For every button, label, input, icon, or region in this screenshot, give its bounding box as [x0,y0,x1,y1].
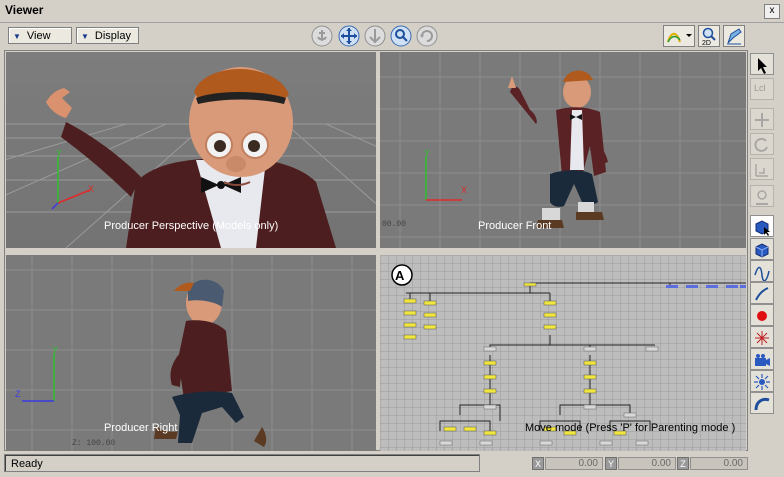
scale-icon [755,164,768,177]
translate-button[interactable] [750,108,774,130]
curve-mode-button[interactable] [663,25,695,47]
svg-text:Y: Y [424,148,430,158]
rotate-button[interactable] [750,133,774,155]
orbit-button[interactable] [416,25,438,47]
weight-button[interactable] [750,185,774,207]
zoom-2d-label: 2D [702,40,711,46]
select-model-icon [755,220,770,236]
select-model-button[interactable] [750,215,774,237]
weight-icon [756,190,768,205]
svg-text:X: X [88,184,94,194]
red-dot-button[interactable] [750,304,774,326]
pen-edit-button[interactable] [723,25,745,47]
path-icon [754,397,770,411]
front-scene: Y X [380,52,746,248]
tool-sidebar: Lcl [748,50,778,450]
status-text: Ready [4,454,480,472]
zoom-magnifier-icon [390,25,412,47]
zoom-2d-button[interactable]: 2D [698,25,720,47]
front-coordinate: 00.00 [382,220,407,229]
light-button[interactable] [750,370,774,392]
chevron-down-icon: ▼ [81,32,89,41]
svg-text:Z: Z [15,389,21,399]
status-bar: Ready X 0.00 Y 0.00 Z 0.00 [0,452,784,477]
local-lcl-icon: Lcl [754,83,766,93]
camera-icon [755,354,770,366]
light-icon [754,374,770,390]
right-scene: Y Z [6,255,376,451]
front-viewport[interactable]: Y X 00.00 Producer Front [380,52,746,248]
close-button[interactable]: x [764,4,780,19]
perspective-scene: Y X [6,52,376,248]
bone-button[interactable] [750,282,774,304]
scale-button[interactable] [750,158,774,180]
curve-icon [754,266,770,281]
close-icon: x [769,5,775,16]
move-cross-button[interactable] [338,25,360,47]
x-value-field[interactable]: 0.00 [545,457,603,470]
front-label: Producer Front [478,220,552,232]
display-menu-button[interactable]: ▼ Display [76,27,139,44]
svg-text:Y: Y [52,345,58,355]
chevron-down-icon: ▼ [13,32,21,41]
zoom-2d-icon: 2D [702,27,716,47]
cube-icon [755,243,769,258]
rotate-orbit-icon [416,25,438,47]
display-menu-label: Display [94,30,131,42]
schematic-badge: A [395,268,405,283]
pan-anchor-icon [311,25,333,47]
z-axis-label: Z [677,457,689,470]
right-label: Producer Right [104,422,178,434]
pen-edit-icon [727,28,742,45]
right-coordinate: Z: 100.00 [72,439,116,448]
z-value-field[interactable]: 0.00 [690,457,748,470]
pan-anchor-button[interactable] [311,25,333,47]
dolly-button[interactable] [364,25,386,47]
select-arrow-button[interactable] [750,53,774,75]
null-marker-button[interactable] [750,326,774,348]
schematic-hint: Move mode (Press 'P' for Parenting mode … [525,422,736,434]
null-marker-icon [755,331,769,345]
window-title: Viewer [5,3,44,17]
right-viewport[interactable]: Y Z Producer Right Z: 100.00 [6,255,376,451]
svg-text:X: X [461,185,467,195]
y-value-field[interactable]: 0.00 [618,457,676,470]
curve-mode-icon [667,32,692,43]
local-lcl-button[interactable]: Lcl [750,78,774,100]
view-menu-label: View [26,30,51,42]
camera-button[interactable] [750,348,774,370]
dolly-icon [364,25,386,47]
select-arrow-icon [758,58,767,74]
rotate-icon [754,137,768,152]
red-dot-icon [757,311,767,321]
schematic-viewport[interactable]: A Move mode (Press 'P' for Parenting mod… [380,255,746,451]
perspective-label: Producer Perspective (Models only) [104,220,279,232]
curve-button[interactable] [750,260,774,282]
y-axis-label: Y [605,457,617,470]
cube-button[interactable] [750,238,774,260]
svg-text:Y: Y [56,148,62,158]
perspective-viewport[interactable]: Y X Producer Perspective (Models only) [6,52,376,248]
title-bar: Viewer x [0,0,784,23]
bone-icon [755,287,769,301]
translate-icon [755,113,769,127]
x-axis-label: X [532,457,544,470]
move-cross-icon [338,25,360,47]
path-button[interactable] [750,392,774,414]
zoom-button[interactable] [390,25,412,47]
view-menu-button[interactable]: ▼ View [8,27,72,44]
